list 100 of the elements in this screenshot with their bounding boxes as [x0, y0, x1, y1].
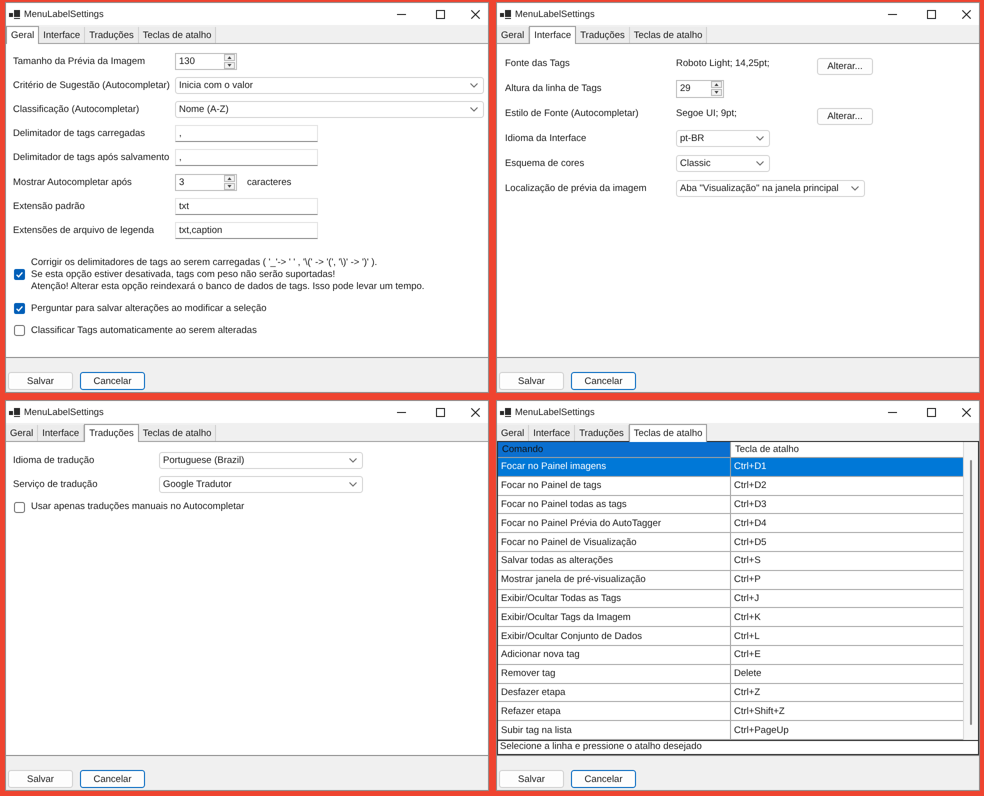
table-cell-text: Ctrl+D4: [733, 516, 768, 531]
tab[interactable]: Geral: [6, 425, 38, 441]
table-row[interactable]: Focar no Painel de Visualização Ctrl+D5: [498, 533, 963, 552]
window-title: MenuLabelSettings: [515, 9, 595, 19]
close-icon: [470, 408, 480, 416]
number-field[interactable]: 29: [676, 80, 724, 98]
dropdown[interactable]: Inicia com o valor: [175, 76, 484, 94]
checkbox-label: Corrigir os delimitadores de tags ao serem carregadas ( '_'-> ' ' , '\(' -> '(', '\)' -> ')' ). Se esta opção estiver desativada, tags com peso não serão suportadas! Atenção! Alterar esta opção reindexará o banco de dados de tags. Isso pode levar um tempo.: [31, 256, 424, 292]
field-label: Tamanho da Prévia da Imagem: [13, 56, 146, 67]
dialog-button[interactable]: Cancelar: [80, 770, 145, 788]
table-cell: Exibir/Ocultar Todas as Tags: [498, 590, 731, 608]
table-row[interactable]: Focar no Painel Prévia do AutoTagger Ctrl+D4: [498, 514, 963, 534]
table-row[interactable]: Salvar todas as alterações Ctrl+S: [498, 552, 963, 571]
checkbox[interactable]: [14, 269, 25, 280]
checkbox-label: Usar apenas traduções manuais no Autocompletar: [31, 501, 244, 513]
checkbox[interactable]: [14, 502, 25, 512]
dropdown[interactable]: Google Tradutor: [159, 476, 363, 492]
tab[interactable]: Geral: [497, 425, 530, 441]
dialog-button[interactable]: Salvar: [8, 372, 73, 390]
table-row[interactable]: Refazer etapa Ctrl+Shift+Z: [498, 702, 963, 722]
field-label: Altura da linha de Tags: [505, 83, 602, 94]
table-cell: Focar no Painel imagens: [498, 458, 731, 476]
dialog-button[interactable]: Cancelar: [571, 770, 636, 788]
tab[interactable]: Traduções: [85, 27, 139, 43]
table-cell: Remover tag: [498, 664, 731, 683]
dialog-button[interactable]: Salvar: [499, 770, 564, 788]
table-row[interactable]: Desfazer etapa Ctrl+Z: [498, 684, 963, 702]
table-cell: Exibir/Ocultar Tags da Imagem: [498, 608, 731, 626]
number-field[interactable]: 130: [175, 52, 237, 70]
dropdown[interactable]: Aba "Visualização" na janela principal: [676, 180, 865, 197]
field-label: Extensão padrão: [13, 200, 86, 212]
field-label: Fonte das Tags: [505, 58, 571, 69]
tab[interactable]: Interface: [529, 425, 576, 441]
table-cell-text: Delete: [733, 667, 762, 682]
tab[interactable]: Geral: [497, 27, 530, 43]
dialog-button[interactable]: Salvar: [499, 372, 564, 390]
tab[interactable]: Teclas de atalho: [138, 425, 216, 441]
close-icon: [470, 10, 480, 18]
dropdown[interactable]: Nome (A-Z): [175, 100, 484, 118]
checkbox[interactable]: [14, 303, 25, 314]
table-cell-text: Ctrl+L: [733, 630, 761, 644]
dialog-button[interactable]: Cancelar: [80, 372, 145, 390]
checkbox-label: Classificar Tags automaticamente ao serem alteradas: [31, 324, 257, 336]
checkbox[interactable]: [14, 325, 25, 336]
tab[interactable]: Interface: [38, 425, 84, 441]
chevron-down-icon: [756, 136, 764, 141]
table-cell: Exibir/Ocultar Conjunto de Dados: [498, 627, 731, 645]
table-row[interactable]: Exibir/Ocultar Conjunto de Dados Ctrl+L: [498, 627, 963, 646]
tab[interactable]: Traduções: [84, 424, 139, 442]
field-label: Localização de prévia da imagem: [505, 183, 648, 194]
field-label: Idioma da Interface: [505, 133, 588, 144]
text-field[interactable]: txt,caption: [175, 222, 318, 239]
number-field[interactable]: 3: [175, 174, 237, 191]
tab[interactable]: Traduções: [576, 27, 630, 43]
text-field[interactable]: txt: [175, 198, 318, 215]
tab[interactable]: Interface: [39, 27, 86, 43]
table-cell: Focar no Painel de tags: [498, 476, 731, 495]
squares-icon: [500, 408, 511, 416]
scrollbar-thumb[interactable]: [970, 460, 972, 725]
dialog-button[interactable]: Cancelar: [571, 372, 636, 390]
table-row[interactable]: Mostrar janela de pré-visualização Ctrl+P: [498, 570, 963, 590]
table-cell-text: Ctrl+D2: [733, 479, 768, 494]
table-cell-text: Ctrl+D5: [733, 536, 768, 550]
dropdown[interactable]: Portuguese (Brazil): [159, 452, 363, 468]
tab[interactable]: Teclas de atalho: [138, 27, 216, 43]
table-row[interactable]: Adicionar nova tag Ctrl+E: [498, 646, 963, 665]
table-cell: Refazer etapa: [498, 702, 731, 720]
change-button[interactable]: Alterar...: [817, 58, 873, 75]
dropdown[interactable]: Classic: [676, 155, 770, 172]
checkbox-label: Perguntar para salvar alterações ao modificar a seleção: [31, 302, 267, 314]
tab[interactable]: Interface: [529, 26, 576, 44]
scrollbar[interactable]: [963, 442, 978, 740]
field-label: Estilo de Fonte (Autocompletar): [505, 108, 640, 119]
font-value: Roboto Light; 14,25pt;: [676, 58, 770, 69]
table-row[interactable]: Focar no Painel imagens Ctrl+D1: [498, 458, 963, 477]
tab[interactable]: Teclas de atalho: [630, 27, 708, 43]
tab[interactable]: Geral: [6, 26, 40, 44]
table-cell-text: Ctrl+E: [733, 648, 762, 662]
table-cell-text: Ctrl+PageUp: [733, 724, 790, 738]
field-label: Esquema de cores: [505, 158, 586, 169]
maximize-icon: [436, 408, 444, 416]
table-row[interactable]: Subir tag na lista Ctrl+PageUp: [498, 721, 963, 740]
text-field[interactable]: ,: [175, 125, 318, 142]
field-label: Serviço de tradução: [13, 478, 98, 490]
change-button[interactable]: Alterar...: [817, 108, 873, 125]
column-header[interactable]: Comando: [498, 442, 731, 457]
text-field[interactable]: ,: [175, 149, 318, 166]
chevron-down-icon: [349, 458, 357, 462]
field-label: Mostrar Autocompletar após: [13, 176, 133, 188]
table-row[interactable]: Exibir/Ocultar Tags da Imagem Ctrl+K: [498, 608, 963, 628]
table-row[interactable]: Focar no Painel de tags Ctrl+D2: [498, 476, 963, 496]
table-row[interactable]: Exibir/Ocultar Todas as Tags Ctrl+J: [498, 590, 963, 608]
table-row[interactable]: Focar no Painel todas as tags Ctrl+D3: [498, 496, 963, 514]
table-cell-text: Ctrl+P: [733, 573, 762, 588]
tab[interactable]: Teclas de atalho: [628, 424, 708, 442]
table-row[interactable]: Remover tag Delete: [498, 664, 963, 684]
table-cell-text: Ctrl+S: [733, 554, 762, 568]
dropdown[interactable]: pt-BR: [676, 130, 770, 147]
tab[interactable]: Traduções: [575, 425, 629, 441]
dialog-button[interactable]: Salvar: [8, 770, 73, 788]
